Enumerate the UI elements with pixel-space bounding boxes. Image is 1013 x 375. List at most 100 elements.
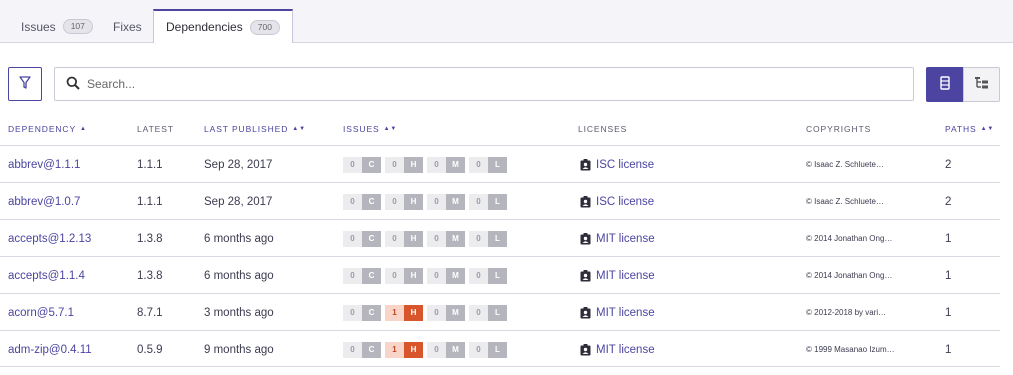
column-header-copyrights: COPYRIGHTS <box>806 124 871 134</box>
license-link[interactable]: ISC license <box>596 159 654 171</box>
severity-l-badge: 0L <box>469 156 507 173</box>
severity-l-count: 0 <box>469 267 488 284</box>
paths-count: 2 <box>945 195 952 208</box>
severity-m-badge: 0M <box>427 230 465 247</box>
severity-l-count: 0 <box>469 304 488 321</box>
latest-version: 1.3.8 <box>137 232 163 245</box>
severity-m-count: 0 <box>427 304 446 321</box>
tab-fixes[interactable]: Fixes <box>113 10 142 43</box>
severity-c-badge: 0C <box>343 267 381 284</box>
severity-h-badge: 1H <box>385 304 423 321</box>
severity-l-badge: 0L <box>469 304 507 321</box>
issue-badges: 0C1H0M0L <box>343 341 511 358</box>
search-box <box>54 67 914 101</box>
severity-m-badge: 0M <box>427 341 465 358</box>
severity-h-count: 1 <box>385 341 404 358</box>
tab-dependencies[interactable]: Dependencies 700 <box>153 9 293 43</box>
dependency-link[interactable]: acorn@5.7.1 <box>8 307 74 319</box>
column-header-last-published[interactable]: LAST PUBLISHED ▲▼ <box>204 124 306 134</box>
severity-l-badge: 0L <box>469 267 507 284</box>
severity-l-count: 0 <box>469 341 488 358</box>
list-view-button[interactable] <box>926 67 963 102</box>
column-header-latest-label: LATEST <box>137 124 174 134</box>
severity-m-label: M <box>446 341 465 358</box>
severity-l-count: 0 <box>469 230 488 247</box>
severity-m-label: M <box>446 267 465 284</box>
paths-count: 1 <box>945 306 952 319</box>
dependency-link[interactable]: abbrev@1.0.7 <box>8 196 80 208</box>
severity-h-count: 0 <box>385 156 404 173</box>
copyright-text: © 2014 Jonathan Ong… <box>806 271 893 280</box>
license-icon <box>580 195 591 208</box>
issue-badges: 0C0H0M0L <box>343 230 511 247</box>
search-icon <box>66 76 80 93</box>
filter-button[interactable] <box>8 67 42 101</box>
latest-version: 0.5.9 <box>137 343 163 356</box>
dependency-link[interactable]: accepts@1.2.13 <box>8 233 91 245</box>
severity-l-label: L <box>488 304 507 321</box>
column-header-paths-label: PATHS <box>945 124 977 134</box>
severity-c-badge: 0C <box>343 304 381 321</box>
last-published: 9 months ago <box>204 343 274 356</box>
severity-l-badge: 0L <box>469 230 507 247</box>
latest-version: 1.1.1 <box>137 158 163 171</box>
severity-h-label: H <box>404 341 423 358</box>
column-header-latest: LATEST <box>137 124 174 134</box>
last-published: 6 months ago <box>204 232 274 245</box>
tab-issues-count: 107 <box>62 19 93 34</box>
column-header-last-published-label: LAST PUBLISHED <box>204 124 289 134</box>
last-published: Sep 28, 2017 <box>204 195 273 208</box>
severity-h-badge: 0H <box>385 267 423 284</box>
tab-issues[interactable]: Issues 107 <box>21 10 93 43</box>
severity-c-label: C <box>362 230 381 247</box>
last-published: Sep 28, 2017 <box>204 158 273 171</box>
dependency-link[interactable]: accepts@1.1.4 <box>8 270 85 282</box>
license-icon <box>580 306 591 319</box>
copyright-text: © Isaac Z. Schluete… <box>806 197 884 206</box>
severity-c-badge: 0C <box>343 341 381 358</box>
paths-count: 1 <box>945 343 952 356</box>
column-header-issues-label: ISSUES <box>343 124 380 134</box>
dependency-link[interactable]: adm-zip@0.4.11 <box>8 344 92 356</box>
copyright-text: © 2012-2018 by vari… <box>806 308 887 317</box>
column-header-dependency-label: DEPENDENCY <box>8 124 77 134</box>
table-bottom-border <box>0 366 1000 367</box>
filter-icon <box>19 75 31 93</box>
license-link[interactable]: MIT license <box>596 344 655 356</box>
severity-m-badge: 0M <box>427 193 465 210</box>
severity-m-badge: 0M <box>427 304 465 321</box>
severity-l-label: L <box>488 230 507 247</box>
severity-c-label: C <box>362 156 381 173</box>
paths-count: 1 <box>945 232 952 245</box>
severity-c-label: C <box>362 267 381 284</box>
severity-h-label: H <box>404 304 423 321</box>
sort-icon: ▲▼ <box>980 126 995 132</box>
license-link[interactable]: ISC license <box>596 196 654 208</box>
severity-m-count: 0 <box>427 156 446 173</box>
license-link[interactable]: MIT license <box>596 233 655 245</box>
severity-h-count: 0 <box>385 267 404 284</box>
severity-h-label: H <box>404 193 423 210</box>
severity-c-badge: 0C <box>343 156 381 173</box>
column-header-issues[interactable]: ISSUES ▲▼ <box>343 124 397 134</box>
severity-l-count: 0 <box>469 193 488 210</box>
severity-m-count: 0 <box>427 341 446 358</box>
severity-c-count: 0 <box>343 267 362 284</box>
license-link[interactable]: MIT license <box>596 307 655 319</box>
search-input[interactable] <box>87 77 867 91</box>
column-header-paths[interactable]: PATHS ▲▼ <box>945 124 994 134</box>
severity-h-label: H <box>404 267 423 284</box>
column-header-dependency[interactable]: DEPENDENCY ▲ <box>8 124 87 134</box>
severity-m-count: 0 <box>427 230 446 247</box>
license-link[interactable]: MIT license <box>596 270 655 282</box>
issue-badges: 0C0H0M0L <box>343 193 511 210</box>
dependency-link[interactable]: abbrev@1.1.1 <box>8 159 80 171</box>
list-view-icon <box>939 76 950 93</box>
severity-l-label: L <box>488 193 507 210</box>
severity-h-count: 1 <box>385 304 404 321</box>
severity-m-count: 0 <box>427 267 446 284</box>
paths-count: 2 <box>945 158 952 171</box>
latest-version: 1.3.8 <box>137 269 163 282</box>
tree-view-button[interactable] <box>963 67 1000 102</box>
severity-m-label: M <box>446 230 465 247</box>
